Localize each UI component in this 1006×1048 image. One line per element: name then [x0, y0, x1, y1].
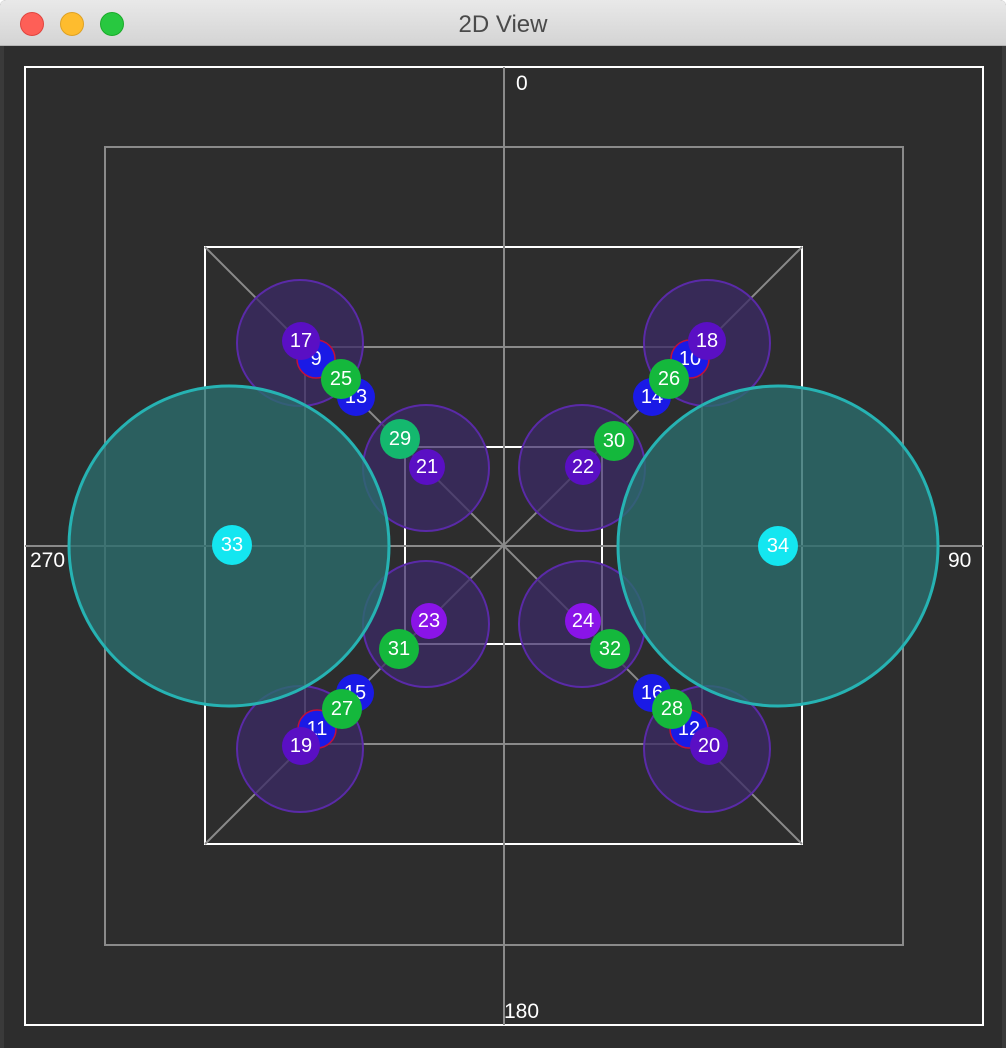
- axis-label-left: 270: [30, 549, 65, 572]
- marker-30[interactable]: 30: [594, 421, 634, 461]
- marker-22[interactable]: 22: [565, 449, 601, 485]
- marker-33-label: 33: [221, 534, 243, 556]
- marker-17[interactable]: 17: [282, 322, 320, 360]
- marker-17-label: 17: [290, 330, 312, 352]
- marker-21[interactable]: 21: [409, 449, 445, 485]
- marker-34[interactable]: 34: [758, 526, 798, 566]
- view-2d-svg[interactable]: 0 90 180 270 9 10 11 12 13 14 15 16 17 1…: [4, 46, 1002, 1048]
- marker-29-label: 29: [389, 428, 411, 450]
- marker-28-label: 28: [661, 698, 683, 720]
- marker-34-label: 34: [767, 535, 789, 557]
- view-canvas[interactable]: 0 90 180 270 9 10 11 12 13 14 15 16 17 1…: [4, 46, 1002, 1048]
- title-bar[interactable]: 2D View: [0, 0, 1006, 46]
- marker-27[interactable]: 27: [322, 689, 362, 729]
- marker-32[interactable]: 32: [590, 629, 630, 669]
- marker-20-label: 20: [698, 735, 720, 757]
- window-title: 2D View: [458, 11, 548, 38]
- marker-24[interactable]: 24: [565, 603, 601, 639]
- marker-27-label: 27: [331, 698, 353, 720]
- marker-19-label: 19: [290, 735, 312, 757]
- axis-label-bottom: 180: [504, 1000, 539, 1023]
- marker-25-label: 25: [330, 368, 352, 390]
- marker-28[interactable]: 28: [652, 689, 692, 729]
- marker-29[interactable]: 29: [380, 419, 420, 459]
- marker-18[interactable]: 18: [688, 322, 726, 360]
- marker-33[interactable]: 33: [212, 525, 252, 565]
- axis-label-right: 90: [948, 549, 971, 572]
- marker-32-label: 32: [599, 638, 621, 660]
- app-window: 2D View 0 90 180 270 9 10 11 12 13 14 15…: [0, 0, 1006, 1048]
- marker-31-label: 31: [388, 638, 410, 660]
- marker-26[interactable]: 26: [649, 359, 689, 399]
- marker-18-label: 18: [696, 330, 718, 352]
- marker-30-label: 30: [603, 430, 625, 452]
- marker-31[interactable]: 31: [379, 629, 419, 669]
- marker-23[interactable]: 23: [411, 603, 447, 639]
- axis-label-top: 0: [516, 72, 528, 95]
- marker-21-label: 21: [416, 456, 438, 478]
- marker-19[interactable]: 19: [282, 727, 320, 765]
- marker-25[interactable]: 25: [321, 359, 361, 399]
- marker-23-label: 23: [418, 610, 440, 632]
- marker-22-label: 22: [572, 456, 594, 478]
- marker-24-label: 24: [572, 610, 594, 632]
- marker-26-label: 26: [658, 368, 680, 390]
- marker-20[interactable]: 20: [690, 727, 728, 765]
